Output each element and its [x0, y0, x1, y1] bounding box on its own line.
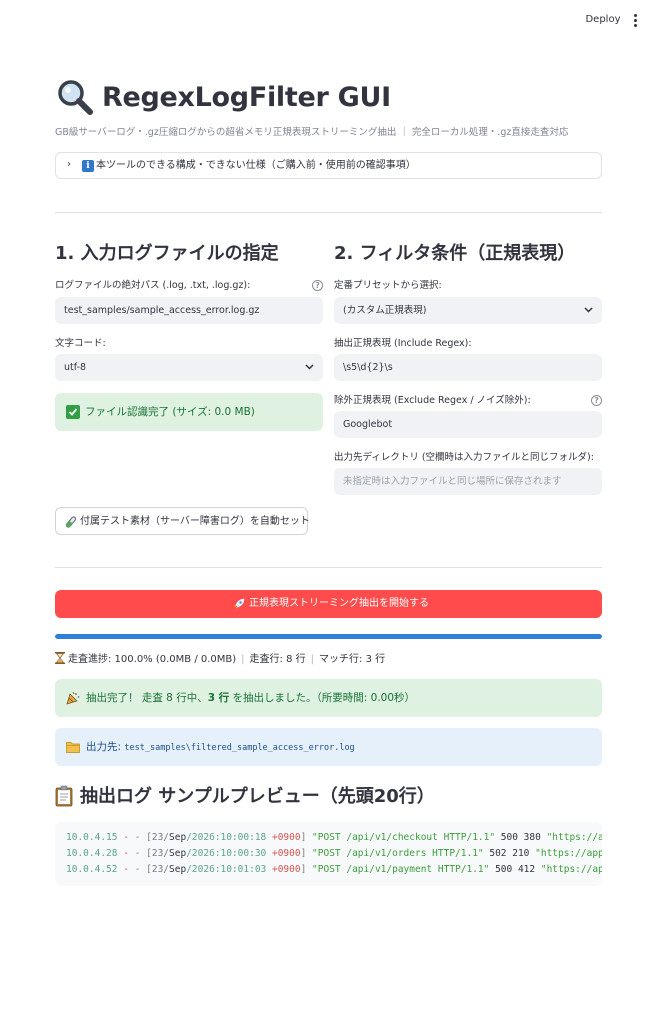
- file-status-alert: ファイル認識完了 (サイズ: 0.0 MB): [55, 393, 323, 431]
- chevron-right-icon: ›: [67, 159, 71, 170]
- chevron-down-icon: [305, 364, 314, 370]
- output-dir-input[interactable]: 未指定時は入力ファイルと同じ場所に保存されます: [334, 468, 602, 495]
- matched-lines: マッチ行: 3 行: [319, 654, 386, 665]
- test-tube-icon: [65, 516, 77, 528]
- help-icon[interactable]: ?: [591, 395, 602, 406]
- matched-count: 3 行: [207, 692, 230, 704]
- log-line: 10.0.4.15 - - [23/Sep/2026:10:00:18 +090…: [66, 832, 602, 843]
- check-icon: [66, 405, 80, 419]
- preset-select[interactable]: (カスタム正規表現): [334, 297, 602, 324]
- log-preview-code: 10.0.4.15 - - [23/Sep/2026:10:00:18 +090…: [55, 822, 602, 886]
- start-extraction-button[interactable]: 正規表現ストリーミング抽出を開始する: [55, 590, 602, 618]
- page-subtitle: GB級サーバーログ・.gz圧縮ログからの超省メモリ正規表現ストリーミング抽出 ｜…: [55, 127, 569, 138]
- rocket-icon: [234, 598, 245, 609]
- divider: [55, 567, 602, 568]
- folder-icon: [66, 742, 80, 753]
- output-path-alert: 出力先: test_samples\filtered_sample_access…: [55, 728, 602, 766]
- preset-label: 定番プリセットから選択:: [334, 280, 442, 291]
- encoding-select[interactable]: utf-8: [55, 354, 323, 381]
- path-input[interactable]: test_samples/sample_access_error.log.gz: [55, 297, 323, 324]
- filter-section-title: 2. フィルタ条件（正規表現）: [334, 243, 576, 264]
- vertical-dots-icon[interactable]: [629, 12, 641, 28]
- progress-status: 走査進捗: 100.0% (0.0MB / 0.0MB) | 走査行: 8 行 | マッ…: [55, 652, 385, 667]
- input-section-title: 1. 入力ログファイルの指定: [55, 243, 279, 264]
- progress-text: 走査進捗: 100.0% (0.0MB / 0.0MB): [68, 654, 237, 665]
- load-sample-label: 付属テスト素材（サーバー障害ログ）を自動セット: [80, 516, 310, 527]
- path-label: ログファイルの絶対パス (.log, .txt, .log.gz):: [55, 280, 251, 291]
- file-status-text: ファイル認識完了 (サイズ: 0.0 MB): [85, 406, 255, 418]
- preview-title: 抽出ログ サンプルプレビュー（先頭20行）: [80, 786, 435, 807]
- output-path-value: test_samples\filtered_sample_access_erro…: [124, 743, 355, 753]
- start-extraction-label: 正規表現ストリーミング抽出を開始する: [249, 598, 429, 609]
- scanned-lines: 走査行: 8 行: [249, 654, 306, 665]
- party-popper-icon: [66, 691, 80, 705]
- extraction-complete-alert: 抽出完了！ 走査 8 行中、3 行 を抽出しました。（所要時間: 0.00秒）: [55, 679, 602, 717]
- exclude-regex-input[interactable]: Googlebot: [334, 411, 602, 438]
- page-title: RegexLogFilter GUI: [102, 82, 391, 113]
- clipboard-icon: [55, 785, 73, 807]
- load-sample-button[interactable]: 付属テスト素材（サーバー障害ログ）を自動セット: [55, 507, 310, 535]
- output-path-text: 出力先: test_samples\filtered_sample_access…: [86, 741, 355, 753]
- output-dir-label: 出力先ディレクトリ (空欄時は入力ファイルと同じフォルダ):: [334, 452, 594, 463]
- extraction-complete-text: 抽出完了！ 走査 8 行中、3 行 を抽出しました。（所要時間: 0.00秒）: [86, 692, 416, 704]
- chevron-down-icon: [584, 307, 593, 313]
- help-icon[interactable]: ?: [312, 280, 323, 291]
- divider: [55, 212, 602, 213]
- include-regex-label: 抽出正規表現 (Include Regex):: [334, 338, 472, 349]
- top-bar: Deploy: [0, 0, 657, 40]
- log-line: 10.0.4.52 - - [23/Sep/2026:10:01:03 +090…: [66, 864, 602, 875]
- deploy-button[interactable]: Deploy: [580, 12, 626, 28]
- exclude-regex-label: 除外正規表現 (Exclude Regex / ノイズ除外):: [334, 395, 531, 406]
- progress-fill: [55, 634, 602, 639]
- preset-value: (カスタム正規表現): [343, 305, 427, 316]
- expander-label: 本ツールのできる構成・できない仕様（ご購入前・使用前の確認事項）: [96, 160, 416, 171]
- hourglass-icon: [55, 652, 65, 664]
- encoding-label: 文字コード:: [55, 338, 106, 349]
- info-icon: i: [82, 160, 94, 172]
- encoding-value: utf-8: [64, 362, 87, 373]
- include-regex-input[interactable]: \s5\d{2}\s: [334, 354, 602, 381]
- progress-bar: [55, 634, 602, 639]
- log-line: 10.0.4.28 - - [23/Sep/2026:10:00:30 +090…: [66, 848, 602, 859]
- magnifier-icon: [58, 80, 93, 115]
- spec-expander[interactable]: › i 本ツールのできる構成・できない仕様（ご購入前・使用前の確認事項）: [55, 152, 602, 179]
